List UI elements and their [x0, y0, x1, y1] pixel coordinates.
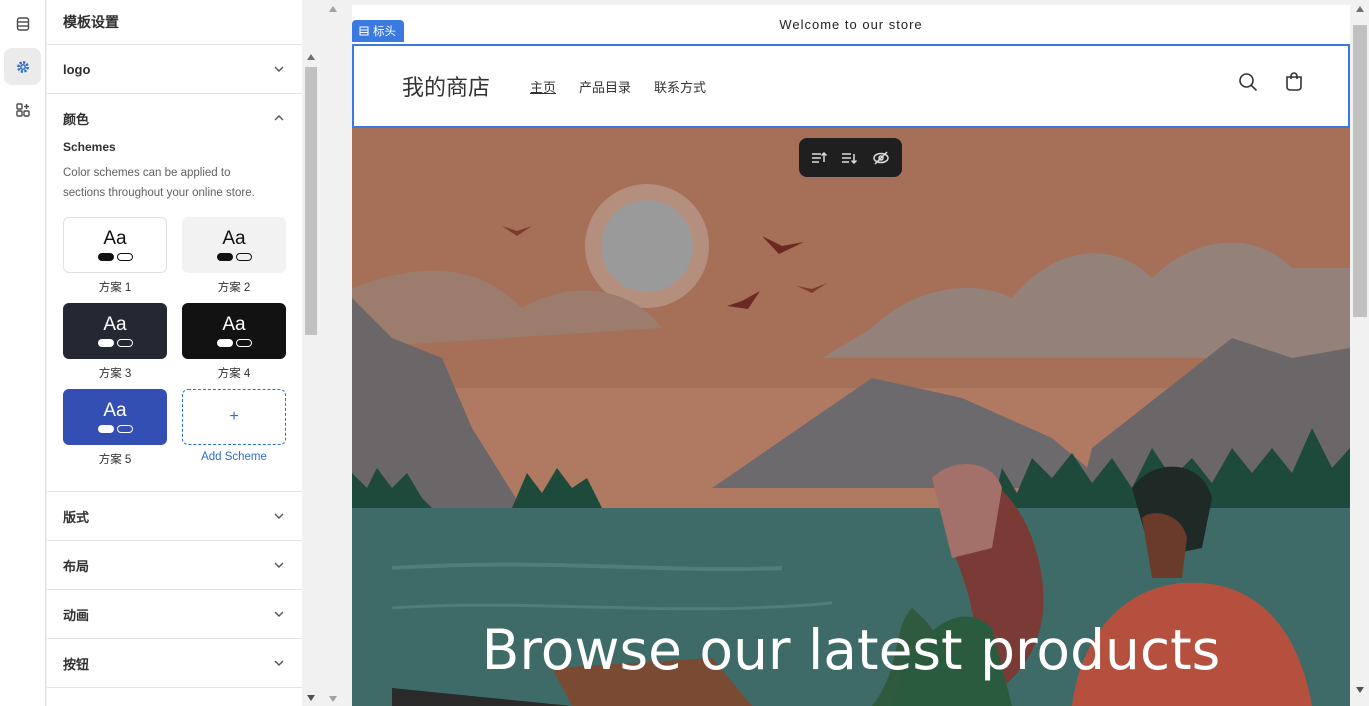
scheme-label: 方案 1 — [98, 282, 132, 294]
scheme-sample-text: Aa — [103, 400, 127, 421]
nav-item-catalog[interactable]: 产品目录 — [579, 77, 631, 96]
panel-scrollbar[interactable] — [303, 50, 319, 706]
scheme-5[interactable]: Aa 方案 5 — [63, 389, 167, 467]
theme-settings-gear-icon[interactable] — [4, 48, 41, 85]
preview-scrollbar[interactable] — [1351, 0, 1369, 706]
nav-item-contact[interactable]: 联系方式 — [654, 77, 706, 96]
add-scheme-label[interactable]: Add Scheme — [201, 451, 267, 467]
section-logo-header[interactable]: logo — [47, 45, 302, 93]
scheme-sample-text: Aa — [103, 228, 127, 249]
section-typography-header[interactable]: 版式 — [47, 492, 302, 540]
announcement-bar: Welcome to our store — [779, 16, 923, 32]
section-buttons: 按钮 — [47, 639, 302, 688]
section-buttons-label: 按钮 — [63, 656, 90, 672]
panel-divider — [320, 0, 350, 706]
add-scheme-button[interactable]: + — [182, 389, 286, 445]
section-layout-label: 布局 — [63, 558, 90, 574]
scheme-2[interactable]: Aa 方案 2 — [182, 217, 286, 295]
store-preview: Welcome to our store 我的商店 主页 产品目录 联系方式 标… — [352, 5, 1350, 706]
chevron-down-icon — [274, 562, 284, 568]
scroll-down-arrow-icon[interactable] — [1356, 687, 1364, 693]
section-typography-label: 版式 — [63, 509, 90, 525]
section-logo: logo — [47, 45, 302, 94]
scheme-button-swatches — [216, 253, 252, 261]
section-animation-label: 动画 — [63, 607, 90, 623]
header-icons — [1238, 72, 1304, 92]
hide-eye-icon[interactable] — [872, 150, 890, 165]
scheme-label: 方案 4 — [217, 368, 251, 380]
chevron-down-icon — [274, 611, 284, 617]
scheme-card[interactable]: Aa — [182, 303, 286, 359]
scheme-card[interactable]: Aa — [182, 217, 286, 273]
scheme-card[interactable]: Aa — [63, 217, 167, 273]
scheme-button-swatches — [216, 339, 252, 347]
section-colors: 颜色 Schemes Color schemes can be applied … — [47, 94, 302, 492]
section-colors-header[interactable]: 颜色 — [47, 94, 302, 142]
add-scheme[interactable]: + Add Scheme — [182, 389, 286, 467]
main-nav: 主页 产品目录 联系方式 — [530, 77, 706, 96]
scheme-card[interactable]: Aa — [63, 389, 167, 445]
scheme-button-swatches — [97, 253, 133, 261]
theme-settings-panel: 模板设置 logo 颜色 Schemes Color schemes can b… — [47, 0, 302, 706]
section-animation: 动画 — [47, 590, 302, 639]
scheme-1[interactable]: Aa 方案 1 — [63, 217, 167, 295]
section-tag[interactable]: 标头 — [352, 20, 404, 42]
scheme-label: 方案 5 — [98, 454, 132, 466]
store-header[interactable]: 我的商店 主页 产品目录 联系方式 — [352, 44, 1350, 128]
chevron-up-icon — [274, 115, 284, 121]
scheme-3[interactable]: Aa 方案 3 — [63, 303, 167, 381]
icon-rail — [0, 0, 46, 706]
scheme-button-swatches — [97, 425, 133, 433]
chevron-down-icon — [274, 660, 284, 666]
section-logo-label: logo — [63, 61, 91, 77]
schemes-title: Schemes — [63, 140, 116, 154]
scheme-sample-text: Aa — [103, 314, 127, 335]
hero-banner[interactable]: Browse our latest products — [352, 128, 1350, 706]
theme-editor: 模板设置 logo 颜色 Schemes Color schemes can b… — [0, 0, 1369, 706]
scroll-up-arrow-icon[interactable] — [1356, 6, 1364, 12]
search-icon[interactable] — [1238, 72, 1258, 92]
panel-scrollbar-thumb[interactable] — [305, 67, 317, 335]
store-name[interactable]: 我的商店 — [402, 70, 490, 102]
preview-scrollbar-thumb[interactable] — [1353, 25, 1367, 317]
move-up-icon[interactable] — [811, 151, 829, 165]
plus-icon: + — [229, 408, 239, 425]
scroll-down-arrow-icon[interactable] — [307, 695, 315, 701]
hero-heading: Browse our latest products — [481, 618, 1221, 682]
scheme-label: 方案 3 — [98, 368, 132, 380]
scroll-up-arrow-icon[interactable] — [329, 6, 337, 12]
section-layout-header[interactable]: 布局 — [47, 541, 302, 589]
scheme-grid: Aa 方案 1 Aa 方案 2 Aa 方案 3 Aa 方案 4 Aa 方案 5 … — [47, 203, 302, 475]
nav-item-home[interactable]: 主页 — [530, 77, 556, 96]
section-layout: 布局 — [47, 541, 302, 590]
scheme-button-swatches — [97, 339, 133, 347]
scheme-label: 方案 2 — [217, 282, 251, 294]
sections-icon[interactable] — [4, 5, 41, 42]
panel-title: 模板设置 — [47, 0, 302, 45]
scroll-up-arrow-icon[interactable] — [307, 54, 315, 60]
scheme-card[interactable]: Aa — [63, 303, 167, 359]
section-animation-header[interactable]: 动画 — [47, 590, 302, 638]
schemes-description: Color schemes can be applied to sections… — [63, 167, 255, 199]
scheme-4[interactable]: Aa 方案 4 — [182, 303, 286, 381]
section-toolbar — [799, 138, 902, 177]
section-colors-label: 颜色 — [63, 111, 90, 127]
section-tag-icon — [359, 26, 369, 36]
chevron-down-icon — [274, 66, 284, 72]
cart-icon[interactable] — [1284, 72, 1304, 92]
move-down-icon[interactable] — [841, 151, 859, 165]
apps-icon[interactable] — [4, 91, 41, 128]
section-typography: 版式 — [47, 492, 302, 541]
section-tag-label: 标头 — [373, 26, 396, 38]
chevron-down-icon — [274, 513, 284, 519]
scheme-sample-text: Aa — [222, 228, 246, 249]
section-buttons-header[interactable]: 按钮 — [47, 639, 302, 687]
scheme-sample-text: Aa — [222, 314, 246, 335]
scroll-down-arrow-icon[interactable] — [329, 696, 337, 702]
